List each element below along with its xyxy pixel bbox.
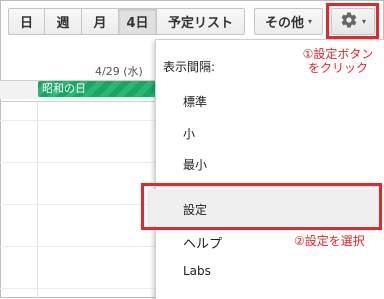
hour-gridline xyxy=(0,288,155,289)
hour-gridline xyxy=(0,162,155,163)
density-smallest-item[interactable]: 最小 xyxy=(183,156,207,173)
hour-gridline xyxy=(0,204,155,205)
four-day-view-label: 4日 xyxy=(126,16,149,31)
week-view-button[interactable]: 週 xyxy=(44,8,82,35)
four-day-view-button[interactable]: 4日 xyxy=(118,8,157,35)
chevron-down-icon: ▾ xyxy=(308,17,313,26)
step1-line1: ①設定ボタン xyxy=(302,47,374,61)
time-column-divider xyxy=(37,102,38,298)
month-view-button[interactable]: 月 xyxy=(81,8,119,35)
step1-line2: をクリック xyxy=(307,61,368,75)
density-small-item[interactable]: 小 xyxy=(183,125,195,142)
more-label: その他 xyxy=(264,16,304,31)
help-menu-item[interactable]: ヘルプ xyxy=(183,233,222,252)
hour-gridline xyxy=(0,120,155,121)
density-standard-item[interactable]: 標準 xyxy=(183,93,207,110)
schedule-list-label: 予定リスト xyxy=(167,16,233,31)
week-view-label: 週 xyxy=(56,16,70,31)
labs-menu-item[interactable]: Labs xyxy=(183,264,211,278)
day-view-button[interactable]: 日 xyxy=(8,8,45,35)
step1-annotation: ①設定ボタン をクリック xyxy=(296,47,380,75)
month-view-label: 月 xyxy=(93,16,107,31)
schedule-list-button[interactable]: 予定リスト xyxy=(156,8,245,35)
display-density-header: 表示間隔: xyxy=(163,60,216,74)
divider xyxy=(0,101,155,102)
gear-highlight-box xyxy=(326,3,379,39)
step2-annotation: ②設定を選択 xyxy=(294,234,365,248)
settings-highlight-box xyxy=(141,183,382,230)
day-view-label: 日 xyxy=(19,16,33,31)
hour-gridline xyxy=(0,246,155,247)
holiday-event-chip[interactable]: 昭和の日 xyxy=(38,81,155,97)
more-dropdown-button[interactable]: その他 ▾ xyxy=(254,8,323,35)
day-column-header[interactable]: 4/29 (水) xyxy=(95,63,143,79)
